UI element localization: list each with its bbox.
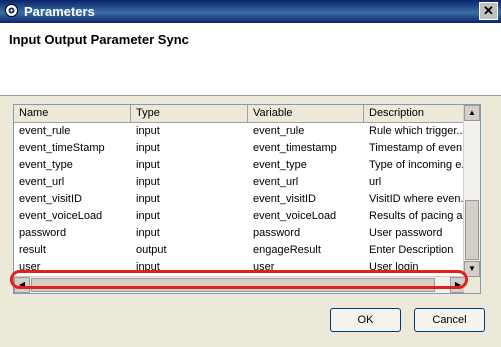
cell-description: User password xyxy=(369,227,443,239)
cell-name: event_url xyxy=(19,176,65,188)
cell-type: input xyxy=(136,176,160,188)
cell-description: User login xyxy=(369,261,419,273)
table-row[interactable]: password input password User password xyxy=(14,225,466,242)
cell-description: Rule which trigger... xyxy=(369,125,466,137)
dialog-header: Input Output Parameter Sync xyxy=(0,23,501,96)
dialog-content: Name Type Variable Description event_rul… xyxy=(0,96,501,347)
table-row[interactable]: event_url input event_url url xyxy=(14,174,466,191)
cell-name: event_timeStamp xyxy=(19,142,105,154)
cell-type: input xyxy=(136,125,160,137)
vertical-scrollbar[interactable]: ▲ ▼ xyxy=(463,105,480,277)
arrow-up-icon: ▲ xyxy=(468,108,476,117)
dialog-heading: Input Output Parameter Sync xyxy=(9,32,189,47)
arrow-right-icon: ▶ xyxy=(454,280,462,289)
scrollbar-corner xyxy=(464,277,480,293)
cell-name: password xyxy=(19,227,67,239)
cell-variable: engageResult xyxy=(253,244,321,256)
cell-variable: event_voiceLoad xyxy=(253,210,337,222)
cell-description: VisitID where even... xyxy=(369,193,466,205)
cell-name: user xyxy=(19,261,41,273)
gear-icon xyxy=(5,4,18,17)
close-button[interactable]: ✕ xyxy=(479,2,498,20)
column-header-name[interactable]: Name xyxy=(14,105,131,122)
column-header-description[interactable]: Description xyxy=(364,105,466,122)
cell-name: event_rule xyxy=(19,125,71,137)
cell-name: event_type xyxy=(19,159,73,171)
table-row[interactable]: event_type input event_type Type of inco… xyxy=(14,157,466,174)
cell-description: Results of pacing a... xyxy=(369,210,466,222)
cell-description: Enter Description xyxy=(369,244,454,256)
cell-type: input xyxy=(136,142,160,154)
cell-name: event_visitID xyxy=(19,193,82,205)
cell-type: input xyxy=(136,210,160,222)
scroll-up-button[interactable]: ▲ xyxy=(464,105,480,121)
arrow-down-icon: ▼ xyxy=(468,264,476,273)
cell-variable: password xyxy=(253,227,301,239)
table-row[interactable]: result output engageResult Enter Descrip… xyxy=(14,242,466,259)
title-bar[interactable]: Parameters ✕ xyxy=(0,0,501,23)
horizontal-scroll-thumb[interactable] xyxy=(31,278,435,292)
cell-type: input xyxy=(136,193,160,205)
window-title: Parameters xyxy=(24,4,95,19)
cell-variable: event_type xyxy=(253,159,307,171)
table-row[interactable]: user input user User login xyxy=(14,259,466,276)
column-header-variable[interactable]: Variable xyxy=(248,105,364,122)
cell-variable: event_timestamp xyxy=(253,142,337,154)
cell-type: output xyxy=(136,244,167,256)
horizontal-scrollbar[interactable]: ◀ ▶ xyxy=(14,276,466,293)
parameter-table[interactable]: Name Type Variable Description event_rul… xyxy=(13,104,481,294)
table-row[interactable]: event_timeStamp input event_timestamp Ti… xyxy=(14,140,466,157)
table-row[interactable]: event_visitID input event_visitID VisitI… xyxy=(14,191,466,208)
table-row[interactable]: event_voiceLoad input event_voiceLoad Re… xyxy=(14,208,466,225)
cell-variable: event_url xyxy=(253,176,299,188)
cell-type: input xyxy=(136,261,160,273)
cell-name: result xyxy=(19,244,46,256)
cell-description: url xyxy=(369,176,382,188)
vertical-scroll-thumb[interactable] xyxy=(465,200,479,260)
scroll-down-button[interactable]: ▼ xyxy=(464,261,480,277)
scroll-left-button[interactable]: ◀ xyxy=(14,277,30,293)
ok-button[interactable]: OK xyxy=(330,308,401,332)
table-header: Name Type Variable Description xyxy=(14,105,466,123)
cell-variable: event_visitID xyxy=(253,193,316,205)
cancel-button[interactable]: Cancel xyxy=(414,308,485,332)
cell-description: Timestamp of even... xyxy=(369,142,466,154)
cell-type: input xyxy=(136,159,160,171)
arrow-left-icon: ◀ xyxy=(18,280,26,289)
cell-name: event_voiceLoad xyxy=(19,210,103,222)
close-icon: ✕ xyxy=(483,3,494,18)
column-header-type[interactable]: Type xyxy=(131,105,248,122)
cell-variable: user xyxy=(253,261,275,273)
cell-description: Type of incoming e... xyxy=(369,159,466,171)
cell-type: input xyxy=(136,227,160,239)
cell-variable: event_rule xyxy=(253,125,305,137)
table-row[interactable]: event_rule input event_rule Rule which t… xyxy=(14,123,466,140)
